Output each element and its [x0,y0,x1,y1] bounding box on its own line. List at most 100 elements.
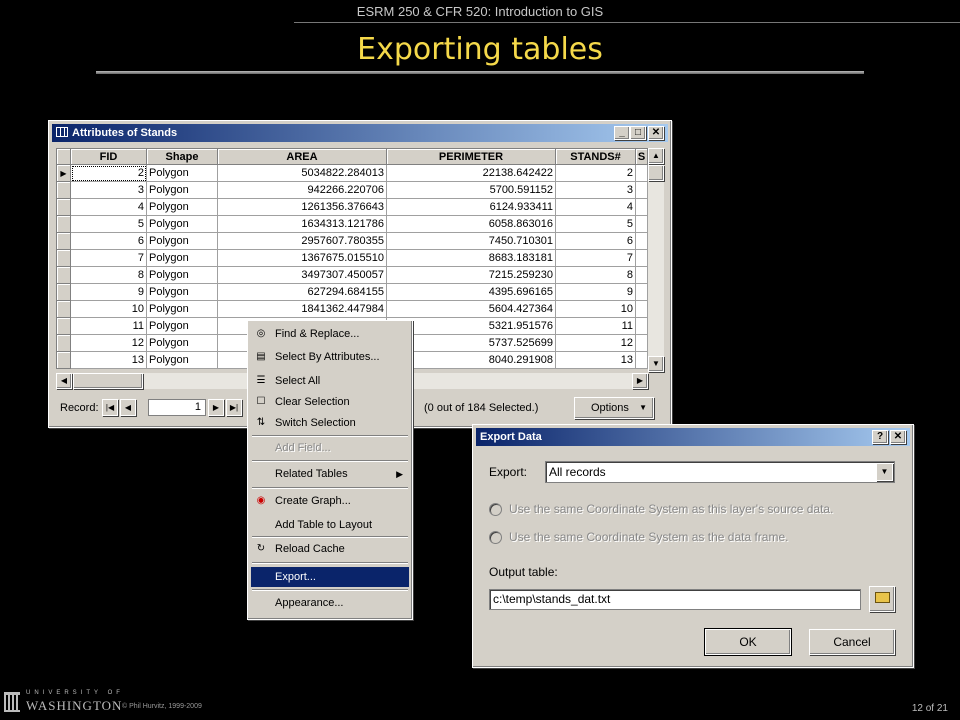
vertical-scrollbar[interactable]: ▲ ▼ [648,148,664,372]
cell-s[interactable] [635,215,648,233]
cell-fid[interactable]: 9 [70,283,147,301]
cell-shape[interactable]: Polygon [146,164,218,182]
cell-shape[interactable]: Polygon [146,215,218,233]
cell-area[interactable]: 1841362.447984 [217,300,387,318]
help-button[interactable]: ? [872,430,888,444]
cell-shape[interactable]: Polygon [146,198,218,216]
cell-fid[interactable]: 11 [70,317,147,335]
row-selector[interactable] [56,249,71,267]
column-header-perimeter[interactable]: PERIMETER [386,148,556,165]
cell-fid[interactable]: 13 [70,351,147,369]
first-record-icon[interactable]: |◀ [102,399,118,416]
row-selector[interactable] [56,334,71,352]
column-header-area[interactable]: AREA [217,148,387,165]
table-row[interactable]: 7 Polygon 1367675.015510 8683.183181 7 [56,249,648,267]
cell-stands[interactable]: 8 [555,266,636,284]
cell-perimeter[interactable]: 8683.183181 [386,249,556,267]
cell-perimeter[interactable]: 7215.259230 [386,266,556,284]
cell-area[interactable]: 627294.684155 [217,283,387,301]
menu-item-add-table-to-layout[interactable]: Add Table to Layout [251,515,409,535]
row-selector[interactable] [56,300,71,318]
cell-shape[interactable]: Polygon [146,249,218,267]
column-header-fid[interactable]: FID [70,148,147,165]
cell-perimeter[interactable]: 6124.933411 [386,198,556,216]
cell-s[interactable] [635,351,648,369]
column-header-s[interactable]: S [635,148,648,165]
cell-shape[interactable]: Polygon [146,300,218,318]
cell-perimeter[interactable]: 5604.427364 [386,300,556,318]
cell-stands[interactable]: 3 [555,181,636,199]
cell-fid[interactable]: 6 [70,232,147,250]
cell-s[interactable] [635,232,648,250]
cell-fid[interactable]: 5 [70,215,147,233]
minimize-button[interactable]: _ [614,126,630,140]
row-selector[interactable] [56,215,71,233]
row-selector[interactable] [56,198,71,216]
ok-button[interactable]: OK [704,628,792,656]
table-row[interactable]: 9 Polygon 627294.684155 4395.696165 9 [56,283,648,301]
maximize-button[interactable]: □ [630,126,646,140]
menu-item-clear-selection[interactable]: ☐ Clear Selection [251,392,409,412]
cell-area[interactable]: 1634313.121786 [217,215,387,233]
hscroll-thumb[interactable] [73,373,143,389]
cell-shape[interactable]: Polygon [146,351,218,369]
export-records-select[interactable]: All records ▼ [545,461,895,483]
cell-area[interactable]: 3497307.450057 [217,266,387,284]
scroll-right-icon[interactable]: ▶ [632,373,648,389]
cell-stands[interactable]: 6 [555,232,636,250]
cell-shape[interactable]: Polygon [146,317,218,335]
row-selector[interactable] [56,232,71,250]
cell-s[interactable] [635,164,648,182]
row-selector[interactable]: ▶ [56,164,71,182]
record-number-input[interactable]: 1 [148,399,206,416]
previous-record-icon[interactable]: ◀ [120,399,136,416]
scroll-thumb[interactable] [648,165,664,181]
table-row[interactable]: 4 Polygon 1261356.376643 6124.933411 4 [56,198,648,216]
close-button[interactable]: ✕ [648,126,664,140]
menu-item-appearance[interactable]: Appearance... [251,593,409,613]
cell-s[interactable] [635,300,648,318]
table-row[interactable]: 10 Polygon 1841362.447984 5604.427364 10 [56,300,648,318]
cell-s[interactable] [635,317,648,335]
last-record-icon[interactable]: ▶| [226,399,242,416]
menu-item-related-tables[interactable]: Related Tables ▶ [251,464,409,484]
cell-area[interactable]: 2957607.780355 [217,232,387,250]
cell-area[interactable]: 1367675.015510 [217,249,387,267]
scroll-left-icon[interactable]: ◀ [56,373,72,389]
menu-item-switch-selection[interactable]: ⇅ Switch Selection [251,413,409,433]
menu-item-reload-cache[interactable]: ↻ Reload Cache [251,539,409,559]
menu-item-select-all[interactable]: ☰ Select All [251,371,409,391]
row-selector[interactable] [56,317,71,335]
cell-stands[interactable]: 13 [555,351,636,369]
chevron-down-icon[interactable]: ▼ [876,463,893,481]
cell-perimeter[interactable]: 4395.696165 [386,283,556,301]
scroll-up-icon[interactable]: ▲ [648,148,664,164]
menu-item-select-by-attributes[interactable]: ▤ Select By Attributes... [251,347,409,367]
cell-stands[interactable]: 9 [555,283,636,301]
row-selector[interactable] [56,181,71,199]
cell-fid[interactable]: 8 [70,266,147,284]
table-row[interactable]: 3 Polygon 942266.220706 5700.591152 3 [56,181,648,199]
table-row[interactable]: 8 Polygon 3497307.450057 7215.259230 8 [56,266,648,284]
cell-stands[interactable]: 5 [555,215,636,233]
cell-shape[interactable]: Polygon [146,266,218,284]
row-selector[interactable] [56,266,71,284]
cell-area[interactable]: 5034822.284013 [217,164,387,182]
row-selector[interactable] [56,351,71,369]
cell-fid[interactable]: 12 [70,334,147,352]
cell-s[interactable] [635,266,648,284]
cell-shape[interactable]: Polygon [146,283,218,301]
table-row[interactable]: 6 Polygon 2957607.780355 7450.710301 6 [56,232,648,250]
cell-s[interactable] [635,334,648,352]
cell-perimeter[interactable]: 6058.863016 [386,215,556,233]
cell-stands[interactable]: 4 [555,198,636,216]
column-header-shape[interactable]: Shape [146,148,218,165]
cell-fid[interactable]: 4 [70,198,147,216]
cell-area[interactable]: 942266.220706 [217,181,387,199]
cell-fid[interactable]: 7 [70,249,147,267]
cell-stands[interactable]: 2 [555,164,636,182]
cell-fid[interactable]: 3 [70,181,147,199]
cell-shape[interactable]: Polygon [146,181,218,199]
cell-stands[interactable]: 11 [555,317,636,335]
menu-item-find-replace[interactable]: ◎ Find & Replace... [251,324,409,344]
